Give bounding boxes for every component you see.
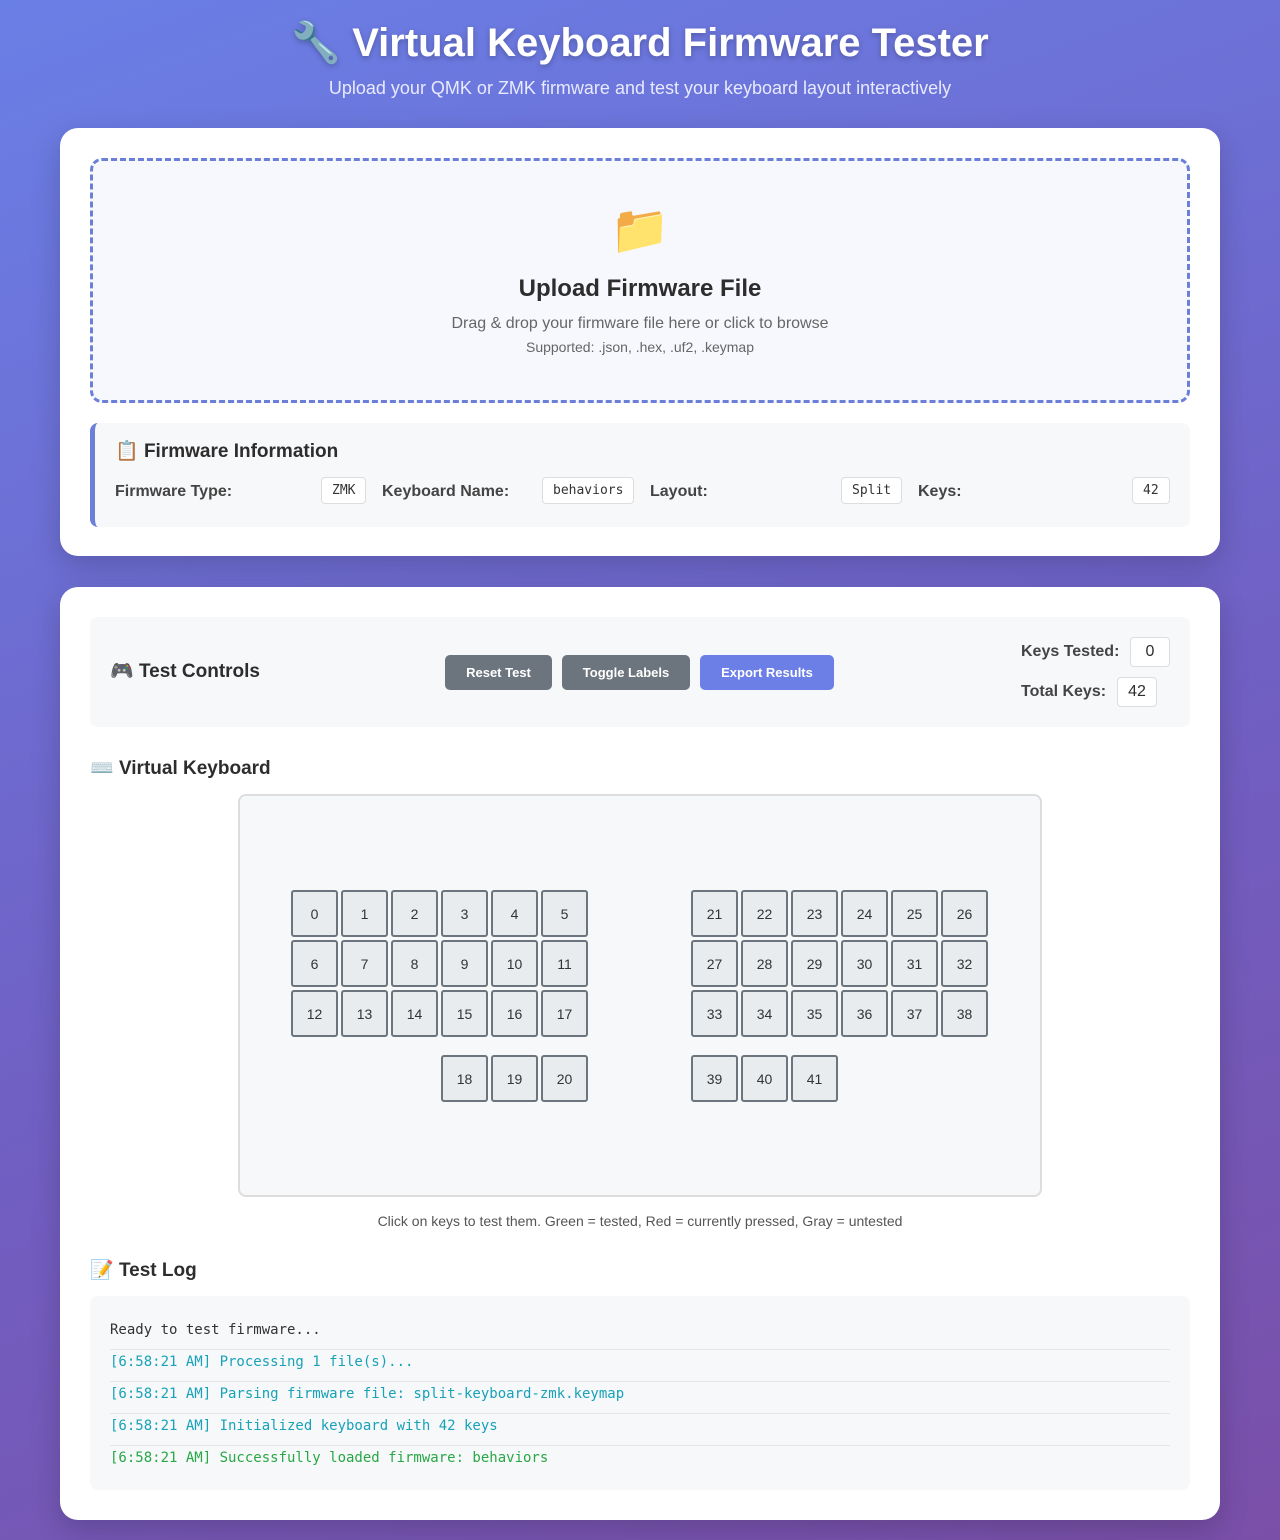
firmware-info-title-text: Firmware Information (143, 441, 339, 462)
export-results-button[interactable]: Export Results (700, 655, 834, 690)
keys-tested-label: Keys Tested: (1021, 643, 1120, 660)
page-title-text: Virtual Keyboard Firmware Tester (352, 21, 989, 65)
keyboard-key[interactable]: 25 (891, 890, 938, 937)
test-controls-title-text: Test Controls (138, 661, 260, 682)
firmware-info-row: Firmware Type: ZMK Keyboard Name: behavi… (115, 477, 1170, 509)
keyboard-key[interactable]: 41 (791, 1055, 838, 1102)
keyboard-key[interactable]: 7 (341, 940, 388, 987)
keyboard-key[interactable]: 40 (741, 1055, 788, 1102)
reset-test-button[interactable]: Reset Test (445, 655, 552, 690)
keyboard-key[interactable]: 18 (441, 1055, 488, 1102)
keyboard-key[interactable]: 8 (391, 940, 438, 987)
log-entry: [6:58:21 AM] Processing 1 file(s)... (110, 1350, 1170, 1382)
layout-label: Layout: (650, 483, 708, 500)
upload-title: Upload Firmware File (518, 275, 762, 302)
upload-dropzone[interactable]: 📁 Upload Firmware File Drag & drop your … (90, 158, 1190, 403)
keyboard-key[interactable]: 19 (491, 1055, 538, 1102)
keyboard-hint: Click on keys to test them. Green = test… (377, 1213, 903, 1229)
keyboard-key[interactable]: 37 (891, 990, 938, 1037)
firmware-info-title: 📋 Firmware Information (115, 439, 1170, 463)
keyboard-key[interactable]: 23 (791, 890, 838, 937)
page-title: 🔧 Virtual Keyboard Firmware Tester (0, 18, 1280, 68)
keyboard-key[interactable]: 26 (941, 890, 988, 937)
keyboard-key[interactable]: 3 (441, 890, 488, 937)
keys-tested-value: 0 (1130, 637, 1170, 667)
log-entry: [6:58:21 AM] Parsing firmware file: spli… (110, 1382, 1170, 1414)
keyboard-key[interactable]: 5 (541, 890, 588, 937)
keyboard-key[interactable]: 39 (691, 1055, 738, 1102)
page-header: 🔧 Virtual Keyboard Firmware Tester Uploa… (0, 0, 1280, 99)
keyboard-key[interactable]: 11 (541, 940, 588, 987)
log-entry: [6:58:21 AM] Successfully loaded firmwar… (110, 1450, 549, 1466)
keyboard-key[interactable]: 21 (691, 890, 738, 937)
memo-icon: 📝 (90, 1260, 114, 1281)
keyboard-key[interactable]: 17 (541, 990, 588, 1037)
wrench-icon: 🔧 (291, 21, 342, 65)
upload-description: Drag & drop your firmware file here or c… (451, 315, 829, 332)
keyboard-name-value: behaviors (542, 477, 635, 504)
keyboard-name-label: Keyboard Name: (382, 483, 510, 500)
keys-count-label: Keys: (918, 483, 962, 500)
keyboard-key[interactable]: 22 (741, 890, 788, 937)
test-log-title: 📝 Test Log (90, 1258, 197, 1282)
total-keys-value: 42 (1117, 677, 1157, 707)
keyboard-key[interactable]: 12 (291, 990, 338, 1037)
keyboard-key[interactable]: 36 (841, 990, 888, 1037)
keyboard-key[interactable]: 32 (941, 940, 988, 987)
keyboard-key[interactable]: 27 (691, 940, 738, 987)
keyboard-key[interactable]: 35 (791, 990, 838, 1037)
gamepad-icon: 🎮 (110, 661, 134, 682)
test-log-title-text: Test Log (118, 1260, 197, 1281)
keyboard-key[interactable]: 0 (291, 890, 338, 937)
keyboard-key[interactable]: 9 (441, 940, 488, 987)
clipboard-icon: 📋 (115, 441, 139, 462)
virtual-keyboard: 0 1 2 3 4 5 6 7 8 9 10 11 12 13 14 15 16 17 18 19 20 21 22 23 24… (238, 794, 1042, 1197)
layout-value: Split (841, 477, 903, 504)
test-controls-title: 🎮 Test Controls (110, 659, 260, 683)
test-log: Ready to test firmware... [6:58:21 AM] Pr… (90, 1296, 1190, 1490)
firmware-type-value: ZMK (321, 477, 367, 504)
keyboard-key[interactable]: 1 (341, 890, 388, 937)
keyboard-key[interactable]: 4 (491, 890, 538, 937)
page-subtitle: Upload your QMK or ZMK firmware and test… (328, 78, 952, 98)
keyboard-key[interactable]: 14 (391, 990, 438, 1037)
keyboard-key[interactable]: 30 (841, 940, 888, 987)
keyboard-key[interactable]: 33 (691, 990, 738, 1037)
keyboard-key[interactable]: 34 (741, 990, 788, 1037)
keyboard-icon: ⌨️ (90, 758, 114, 779)
keyboard-key[interactable]: 13 (341, 990, 388, 1037)
upload-supported-formats: Supported: .json, .hex, .uf2, .keymap (525, 339, 755, 355)
keys-count-value: 42 (1132, 477, 1170, 504)
total-keys-label: Total Keys: (1021, 683, 1107, 700)
upload-card: 📁 Upload Firmware File Drag & drop your … (60, 128, 1220, 556)
firmware-info-panel: 📋 Firmware Information Firmware Type: ZM… (90, 423, 1190, 527)
keyboard-key[interactable]: 6 (291, 940, 338, 987)
keyboard-key[interactable]: 28 (741, 940, 788, 987)
virtual-keyboard-title: ⌨️ Virtual Keyboard (90, 756, 271, 780)
folder-icon: 📁 (610, 204, 670, 257)
test-controls-panel: 🎮 Test Controls Reset Test Toggle Labels… (90, 617, 1190, 727)
keyboard-key[interactable]: 31 (891, 940, 938, 987)
log-entry: Ready to test firmware... (110, 1318, 1170, 1350)
keyboard-key[interactable]: 24 (841, 890, 888, 937)
keyboard-key[interactable]: 20 (541, 1055, 588, 1102)
keyboard-key[interactable]: 29 (791, 940, 838, 987)
virtual-keyboard-title-text: Virtual Keyboard (118, 758, 271, 779)
keyboard-key[interactable]: 15 (441, 990, 488, 1037)
log-entry: [6:58:21 AM] Initialized keyboard with 4… (110, 1414, 1170, 1446)
test-card: 🎮 Test Controls Reset Test Toggle Labels… (60, 587, 1220, 1520)
keyboard-key[interactable]: 2 (391, 890, 438, 937)
keyboard-key[interactable]: 38 (941, 990, 988, 1037)
keyboard-key[interactable]: 16 (491, 990, 538, 1037)
firmware-type-label: Firmware Type: (115, 483, 233, 500)
toggle-labels-button[interactable]: Toggle Labels (562, 655, 690, 690)
keyboard-key[interactable]: 10 (491, 940, 538, 987)
